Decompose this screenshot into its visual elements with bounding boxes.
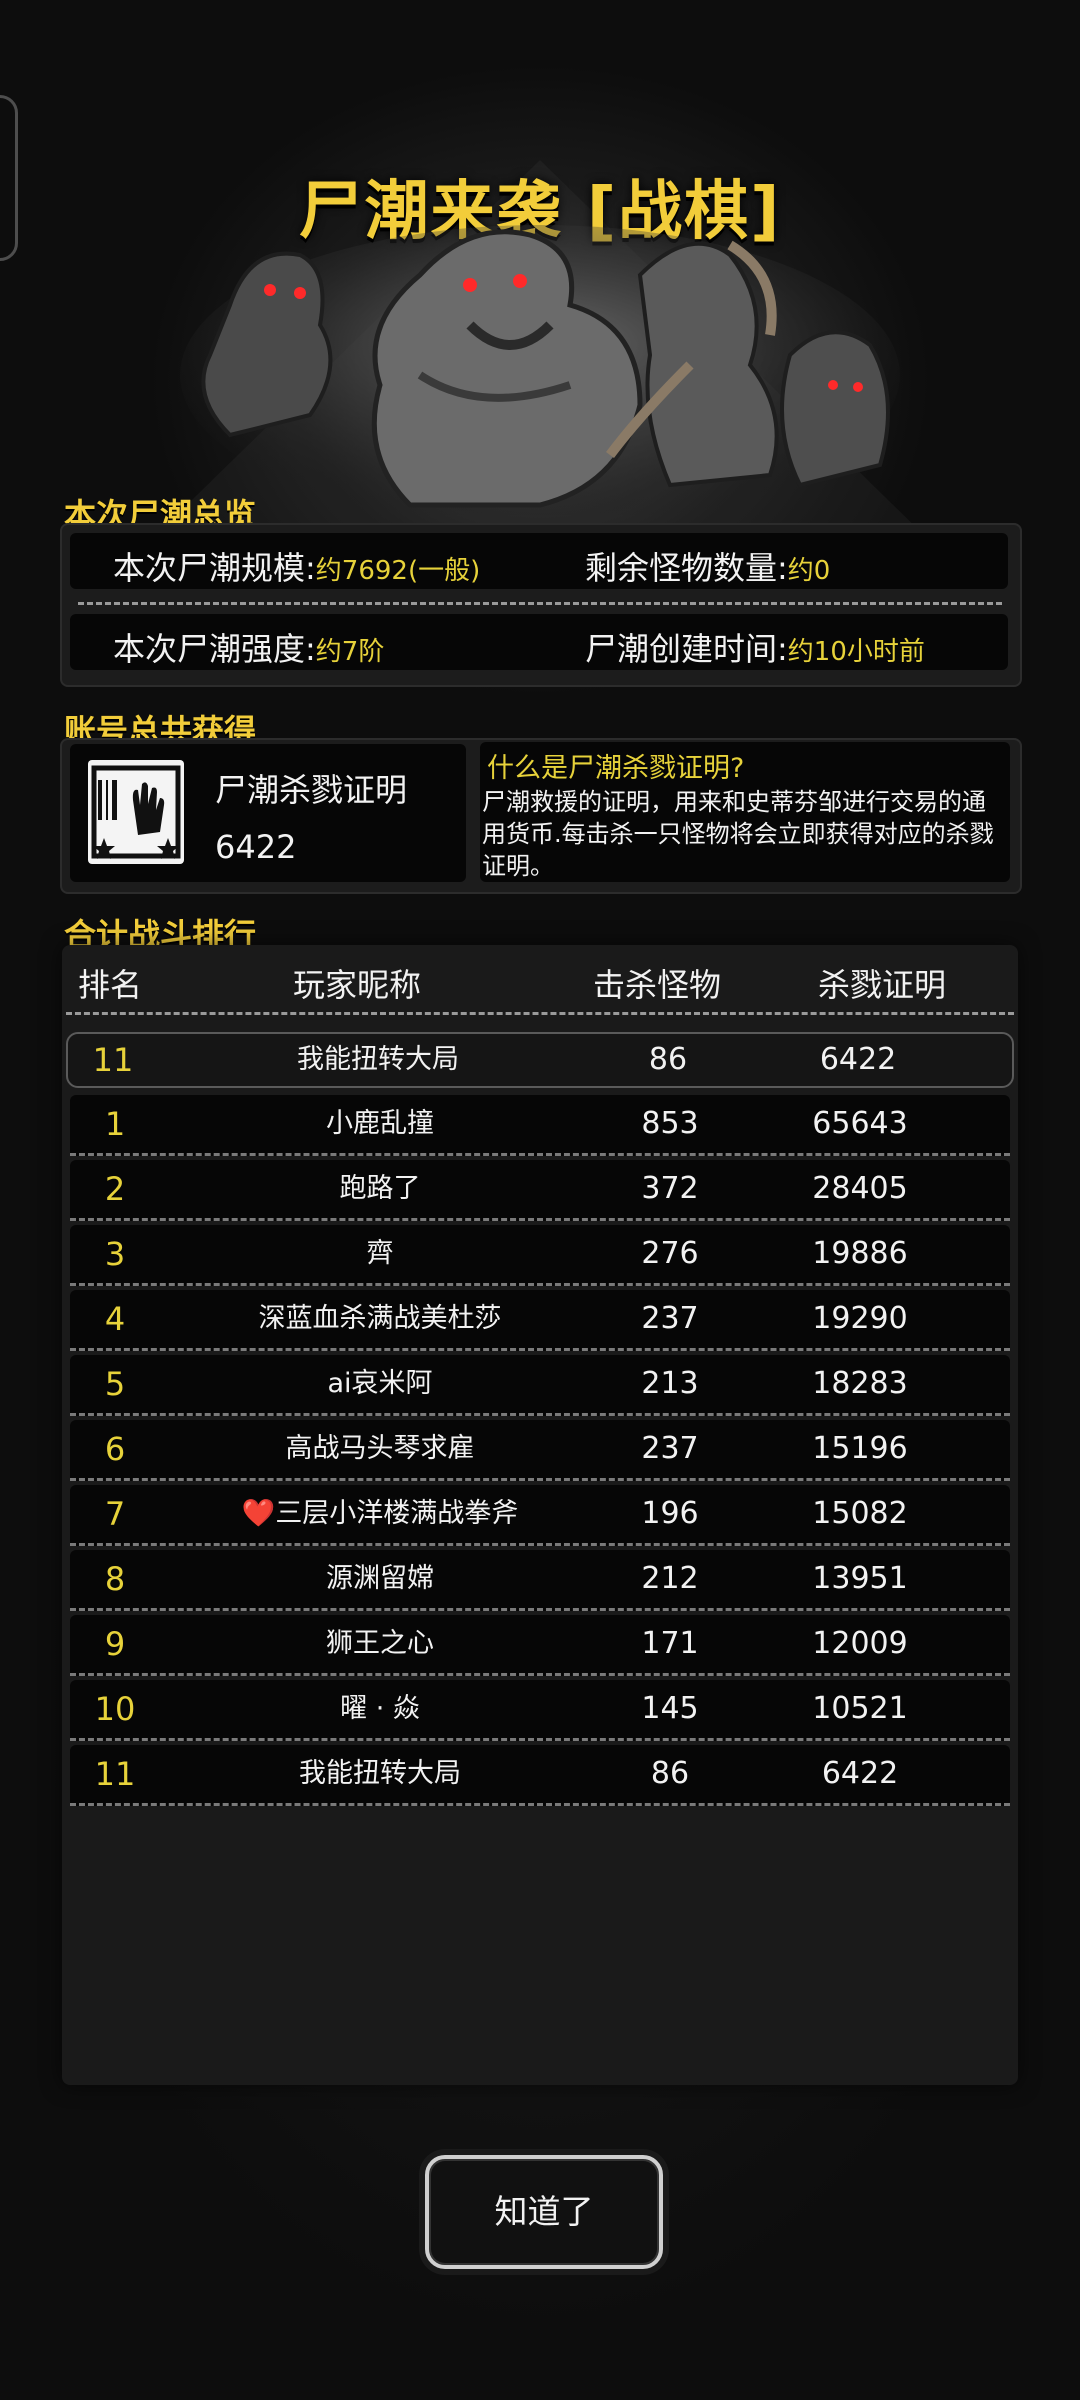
rank-cell: 11 (94, 1755, 136, 1793)
rank-cell: 3 (104, 1235, 126, 1273)
cert-cell: 12009 (812, 1626, 908, 1661)
cert-cell: 28405 (812, 1171, 908, 1206)
cert-info-body: 尸潮救援的证明，用来和史蒂芬邹进行交易的通用货币.每击杀一只怪物将会立即获得对应… (482, 788, 994, 880)
scale-key: 本次尸潮规模: (113, 549, 316, 587)
created-key: 尸潮创建时间: (585, 630, 788, 668)
remaining-value: 约0 (787, 556, 831, 586)
header-cert: 杀戮证明 (818, 966, 947, 1004)
kills-cell: 237 (641, 1431, 699, 1466)
rank-cell: 11 (92, 1041, 134, 1079)
rank-cell: 6 (104, 1430, 126, 1468)
cert-cell: 6422 (821, 1756, 899, 1791)
rank-cell: 5 (104, 1365, 126, 1403)
name-cell: 我能扭转大局 (299, 1758, 461, 1789)
cert-cell: 18283 (812, 1366, 908, 1401)
kills-cell: 171 (641, 1626, 699, 1661)
cert-cell: 65643 (812, 1106, 908, 1141)
remaining-stat: 剩余怪物数量:约0 (585, 543, 830, 589)
name-cell: 齊 (366, 1238, 394, 1269)
rank-cell: 7 (104, 1495, 126, 1533)
kills-cell: 86 (650, 1756, 690, 1791)
name-cell: 狮王之心 (326, 1628, 434, 1659)
table-row: 2 跑路了 372 28405 (70, 1160, 1010, 1221)
kills-cell: 276 (641, 1236, 699, 1271)
name-cell: 曜 · 焱 (340, 1693, 420, 1724)
header-kills: 击杀怪物 (593, 966, 722, 1004)
name-cell: 跑路了 (339, 1173, 421, 1204)
kills-cell: 212 (641, 1561, 699, 1596)
kills-cell: 237 (641, 1301, 699, 1336)
strength-value: 约7阶 (315, 637, 385, 667)
rank-cell: 2 (104, 1170, 126, 1208)
cert-cell: 10521 (812, 1691, 908, 1726)
kills-cell: 86 (648, 1042, 688, 1077)
rank-cell: 4 (104, 1300, 126, 1338)
cert-cell: 19290 (812, 1301, 908, 1336)
kills-cell: 372 (641, 1171, 699, 1206)
table-row: 7 ❤️三层小洋楼满战拳斧 196 15082 (70, 1485, 1010, 1546)
table-row: 3 齊 276 19886 (70, 1225, 1010, 1286)
name-cell: 深蓝血杀满战美杜莎 (258, 1303, 502, 1334)
cert-value: 6422 (215, 828, 297, 866)
table-row: 8 源渊留嫦 212 13951 (70, 1550, 1010, 1611)
name-cell: 高战马头琴求雇 (285, 1433, 475, 1464)
kill-certificate-icon (88, 760, 184, 864)
kills-cell: 145 (641, 1691, 699, 1726)
rank-cell: 1 (104, 1105, 126, 1143)
scale-value: 约7692(一般) (315, 556, 481, 586)
scale-stat: 本次尸潮规模:约7692(一般) (113, 543, 480, 589)
header-divider (66, 1012, 1014, 1015)
name-cell: ❤️三层小洋楼满战拳斧 (180, 1485, 580, 1543)
my-rank-row: 11 我能扭转大局 86 6422 (66, 1032, 1014, 1088)
heart-icon: ❤️ (241, 1498, 276, 1529)
table-row: 4 深蓝血杀满战美杜莎 237 19290 (70, 1290, 1010, 1351)
kills-cell: 213 (641, 1366, 699, 1401)
table-row: 6 高战马头琴求雇 237 15196 (70, 1420, 1010, 1481)
kills-cell: 853 (641, 1106, 699, 1141)
created-stat: 尸潮创建时间:约10小时前 (585, 624, 925, 670)
header-name: 玩家昵称 (293, 966, 422, 1004)
table-row: 9 狮王之心 171 12009 (70, 1615, 1010, 1676)
overview-divider (78, 602, 1002, 605)
rank-cell: 9 (104, 1625, 126, 1663)
created-value: 约10小时前 (787, 637, 925, 667)
table-row: 5 ai哀米阿 213 18283 (70, 1355, 1010, 1416)
cert-cell: 6422 (819, 1042, 897, 1077)
table-row: 1 小鹿乱撞 853 65643 (70, 1095, 1010, 1156)
strength-key: 本次尸潮强度: (113, 630, 316, 668)
name-cell: 小鹿乱撞 (326, 1108, 434, 1139)
zombie-horde-illustration (180, 225, 900, 515)
name-cell: 我能扭转大局 (297, 1044, 459, 1075)
cert-cell: 15196 (812, 1431, 908, 1466)
strength-stat: 本次尸潮强度:约7阶 (113, 624, 384, 670)
kills-cell: 196 (641, 1496, 699, 1531)
cert-cell: 19886 (812, 1236, 908, 1271)
table-row: 10 曜 · 焱 145 10521 (70, 1680, 1010, 1741)
cert-cell: 13951 (812, 1561, 908, 1596)
cert-info-title: 什么是尸潮杀戮证明? (487, 753, 745, 784)
header-rank: 排名 (78, 966, 143, 1004)
name-cell: 源渊留嫦 (326, 1563, 434, 1594)
remaining-key: 剩余怪物数量: (585, 549, 788, 587)
rank-cell: 10 (94, 1690, 136, 1728)
cert-cell: 15082 (812, 1496, 908, 1531)
table-row: 11 我能扭转大局 86 6422 (70, 1745, 1010, 1806)
cert-name: 尸潮杀戮证明 (215, 771, 408, 809)
rank-cell: 8 (104, 1560, 126, 1598)
player-name: 三层小洋楼满战拳斧 (275, 1498, 519, 1529)
name-cell: ai哀米阿 (327, 1368, 433, 1399)
ok-button[interactable]: 知道了 (425, 2155, 663, 2269)
